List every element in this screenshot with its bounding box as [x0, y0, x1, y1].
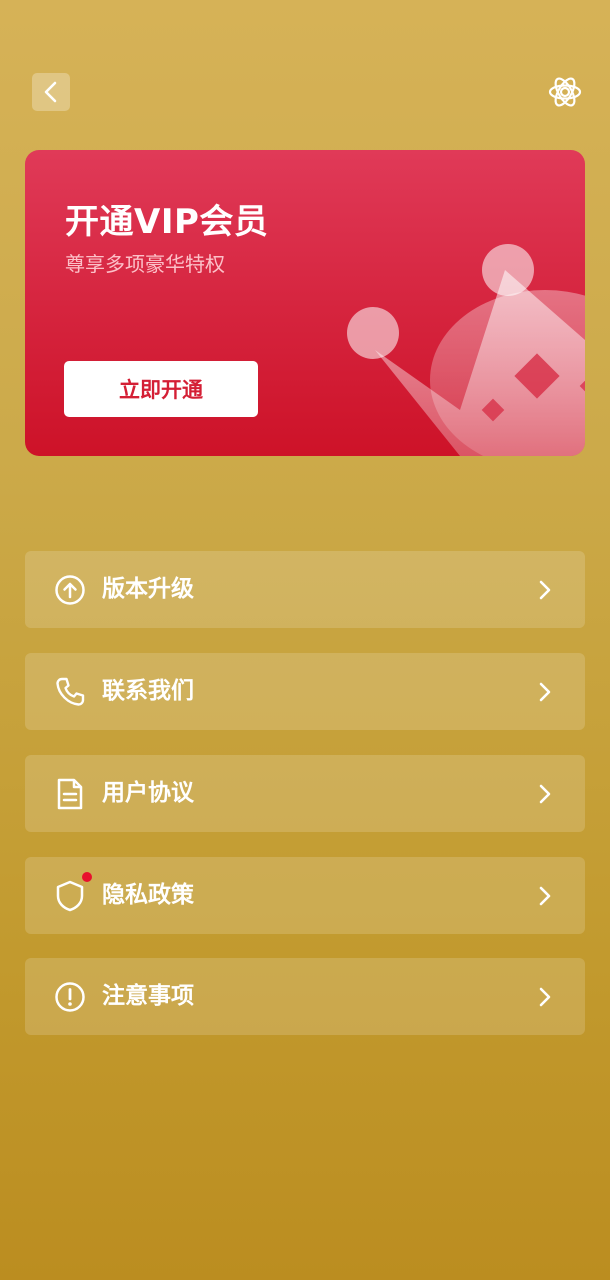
menu-item-privacy-policy[interactable]: 隐私政策: [25, 857, 585, 934]
vip-promo-card: 开通VIP会员 尊享多项豪华特权 立即开通: [25, 150, 585, 456]
chevron-right-icon: [539, 886, 551, 906]
menu-item-label: 版本升级: [102, 576, 194, 602]
vip-subtitle: 尊享多项豪华特权: [65, 252, 225, 276]
menu-item-label: 联系我们: [102, 678, 194, 704]
upgrade-arrow-icon: [55, 575, 85, 605]
chevron-right-icon: [539, 784, 551, 804]
settings-button[interactable]: [546, 73, 584, 111]
chevron-right-icon: [539, 580, 551, 600]
crown-icon: [347, 244, 585, 456]
chevron-right-icon: [539, 682, 551, 702]
back-button[interactable]: [32, 73, 70, 111]
menu-item-label: 隐私政策: [102, 882, 194, 908]
menu-item-version-upgrade[interactable]: 版本升级: [25, 551, 585, 628]
shield-icon: [56, 880, 84, 912]
vip-title: 开通VIP会员: [65, 202, 269, 242]
chevron-right-icon: [539, 987, 551, 1007]
menu-item-notes[interactable]: 注意事项: [25, 958, 585, 1035]
menu-item-contact-us[interactable]: 联系我们: [25, 653, 585, 730]
chevron-left-icon: [44, 81, 57, 103]
menu-item-label: 注意事项: [102, 983, 194, 1009]
phone-icon: [56, 677, 85, 706]
document-icon: [57, 778, 83, 810]
menu-item-user-agreement[interactable]: 用户协议: [25, 755, 585, 832]
atom-settings-icon: [548, 77, 582, 107]
alert-circle-icon: [55, 982, 85, 1012]
open-vip-button[interactable]: 立即开通: [64, 361, 258, 417]
menu-item-label: 用户协议: [102, 780, 194, 806]
notification-badge: [82, 872, 92, 882]
